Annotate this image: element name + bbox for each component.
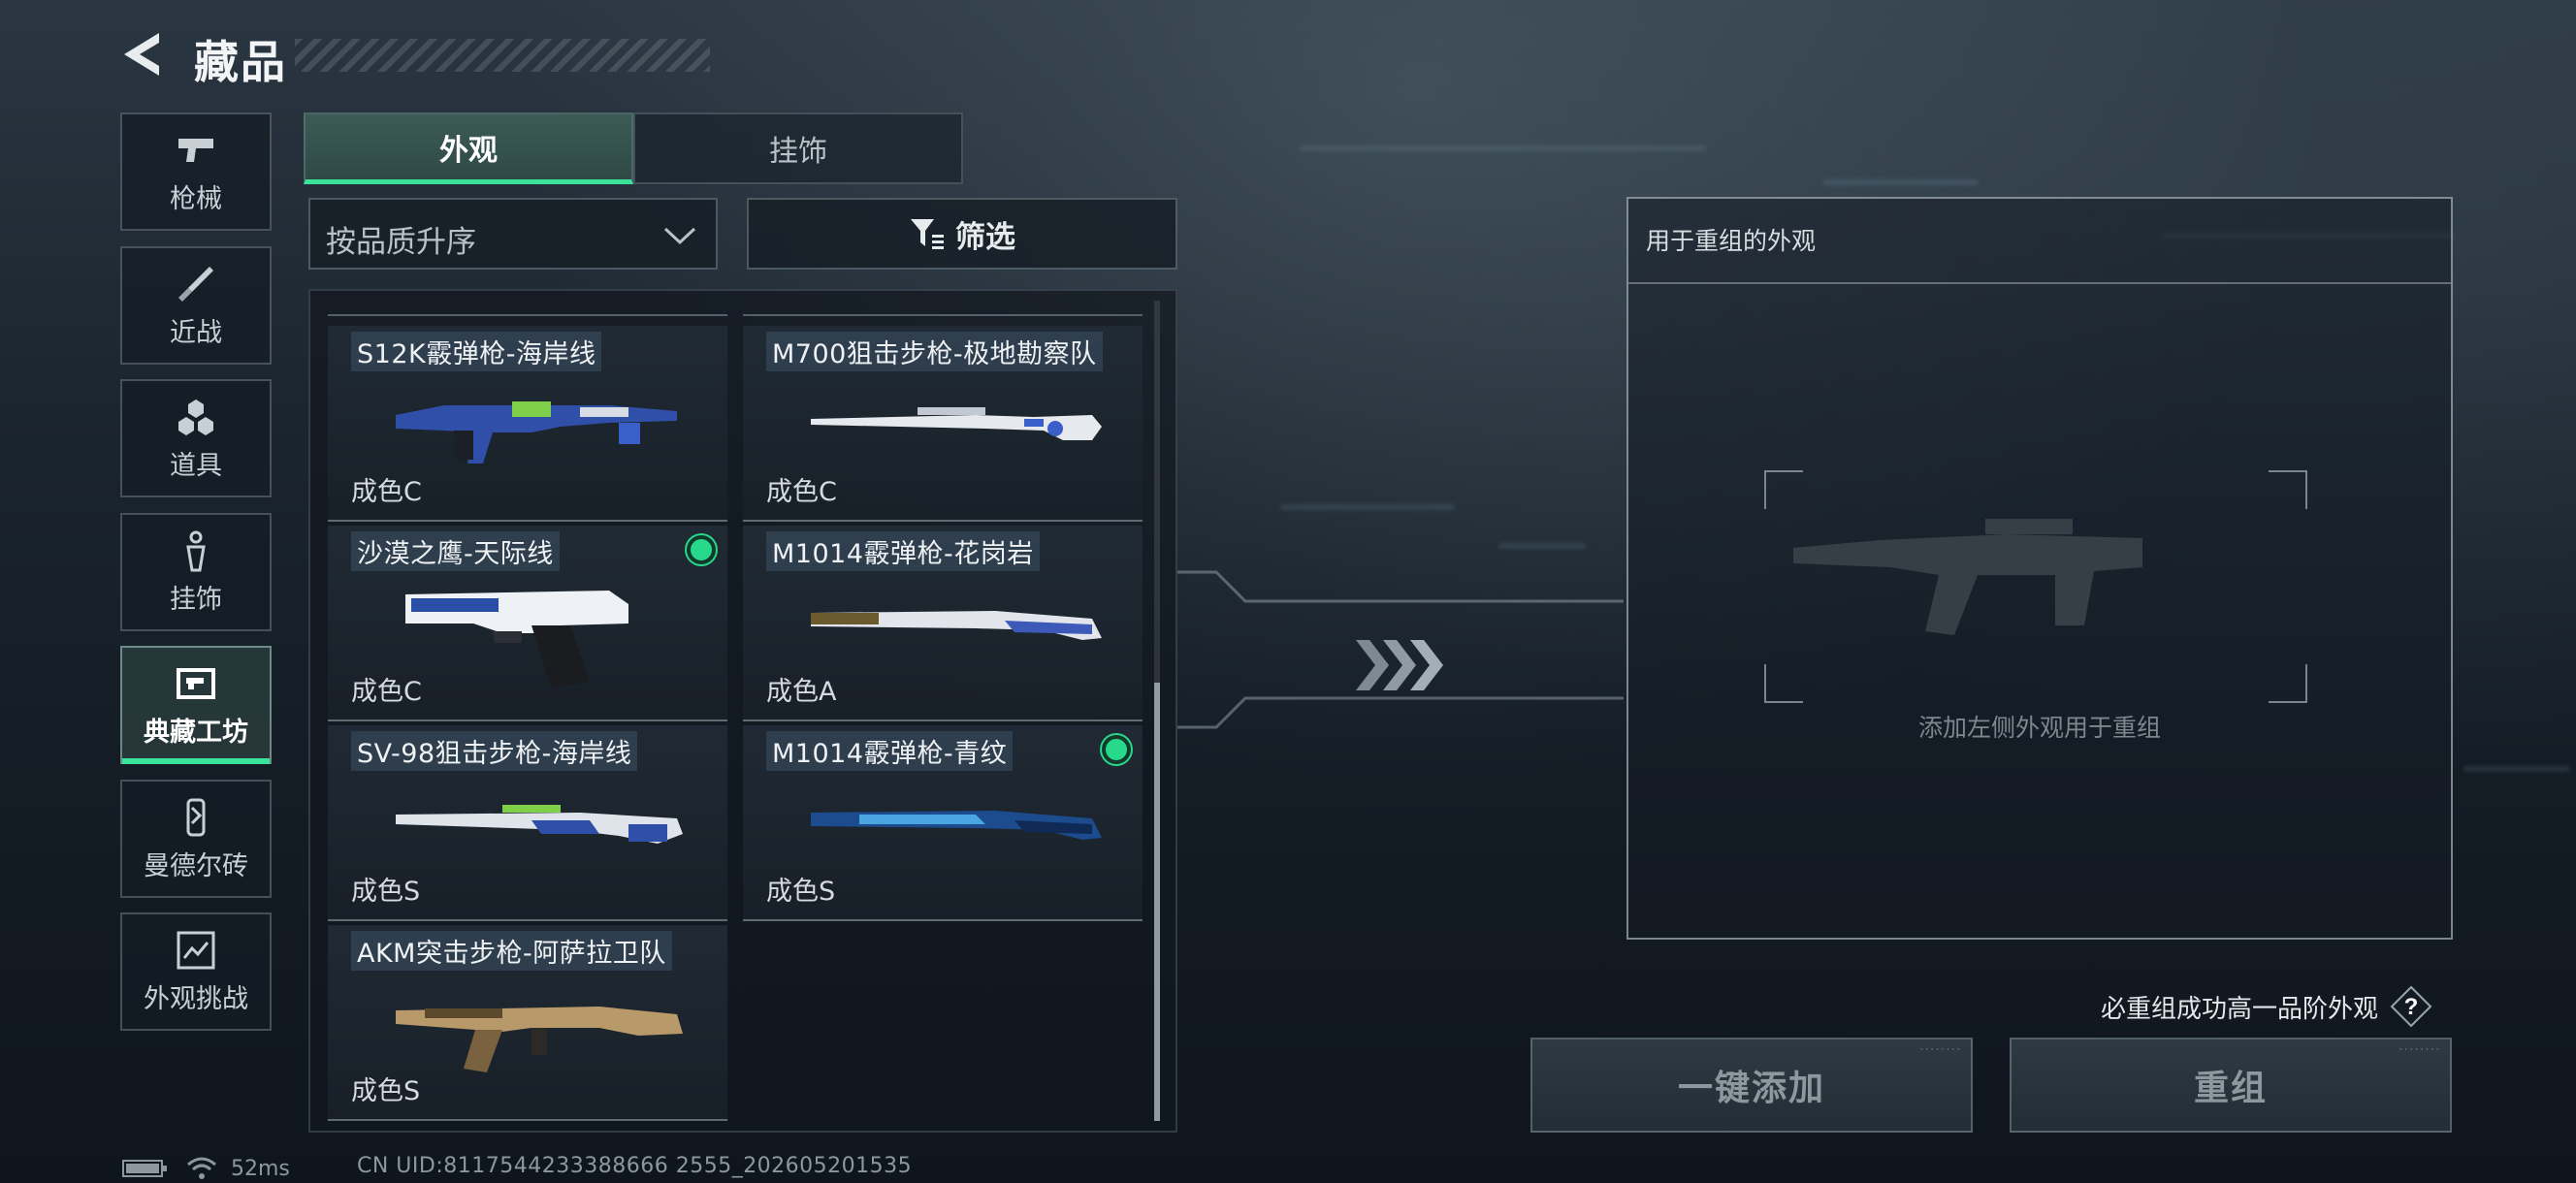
sort-selected-value: 按品质升序 bbox=[326, 225, 476, 260]
assault-rifle-image bbox=[396, 1007, 683, 1072]
back-arrow-icon[interactable] bbox=[120, 31, 163, 78]
skin-card-s12k-coastline[interactable]: S12K霰弹枪-海岸线 成色C bbox=[328, 326, 727, 522]
skin-grade: 成色S bbox=[351, 877, 421, 907]
skin-grade: 成色S bbox=[766, 877, 836, 907]
reassembly-panel: 用于重组的外观 添加左侧外观用于重组 bbox=[1626, 197, 2453, 940]
grenades-icon bbox=[178, 399, 213, 435]
quick-add-button[interactable]: ········ 一键添加 bbox=[1530, 1038, 1973, 1133]
triple-chevron-right-icon bbox=[1356, 640, 1443, 690]
sidebar-item-label: 典藏工坊 bbox=[144, 717, 248, 748]
sidebar-item-label: 枪械 bbox=[170, 183, 222, 214]
button-decoration: ········ bbox=[1918, 1045, 1961, 1055]
challenge-icon bbox=[177, 931, 215, 969]
skin-card-m1014-granite[interactable]: M1014霰弹枪-花岗岩 成色A bbox=[743, 526, 1143, 721]
header: 藏品 bbox=[116, 21, 710, 89]
sort-dropdown[interactable]: 按品质升序 bbox=[308, 198, 718, 270]
owned-indicator bbox=[1102, 735, 1131, 764]
skin-name: M1014霰弹枪-青纹 bbox=[766, 731, 1014, 771]
reassembly-hint: 添加左侧外观用于重组 bbox=[1917, 714, 2161, 742]
guarantee-text: 必重组成功高一品阶外观 bbox=[2101, 994, 2379, 1024]
pistol-image bbox=[405, 591, 628, 687]
scrollbar-thumb[interactable] bbox=[1154, 683, 1160, 1121]
rifle-placeholder-icon[interactable] bbox=[1764, 470, 2307, 703]
guarantee-note: 必重组成功高一品阶外观 ? bbox=[2101, 985, 2432, 1028]
player-uid: CN UID:8117544233388666 2555_20260520153… bbox=[357, 1154, 913, 1178]
skin-card-m700-polar[interactable]: M700狙击步枪-极地勘察队 成色C bbox=[743, 326, 1143, 522]
skin-list[interactable]: S12K霰弹枪-海岸线 成色C M700狙击步枪-极地勘察队 成色C 沙漠之鹰-… bbox=[308, 289, 1177, 1133]
skin-name: AKM突击步枪-阿萨拉卫队 bbox=[351, 931, 672, 971]
wifi-icon bbox=[187, 1157, 216, 1179]
sidebar-item-label: 道具 bbox=[170, 450, 222, 481]
filter-label: 筛选 bbox=[955, 219, 1015, 255]
skin-grade: 成色C bbox=[351, 477, 422, 507]
knife-icon bbox=[178, 266, 213, 302]
shotgun-image bbox=[811, 811, 1102, 840]
button-decoration: ········ bbox=[2398, 1045, 2440, 1055]
pistol-icon bbox=[178, 138, 213, 162]
sidebar-item-label: 曼德尔砖 bbox=[144, 850, 248, 881]
sidebar-item-label: 挂饰 bbox=[170, 584, 222, 615]
page-title: 藏品 bbox=[194, 36, 287, 88]
sniper-rifle-image bbox=[811, 407, 1102, 440]
shotgun-image bbox=[811, 611, 1102, 640]
skin-card-sv98-coastline[interactable]: SV-98狙击步枪-海岸线 成色S bbox=[328, 725, 727, 921]
sniper-rifle-image bbox=[396, 805, 683, 844]
list-item-partial bbox=[328, 291, 727, 316]
tab-appearance[interactable]: 外观 bbox=[304, 112, 633, 184]
filter-icon bbox=[911, 219, 944, 249]
skin-name: S12K霰弹枪-海岸线 bbox=[351, 332, 602, 371]
skin-grade: 成色S bbox=[351, 1076, 421, 1106]
sidebar-item-workshop[interactable]: 典藏工坊 bbox=[120, 646, 272, 764]
sidebar-item-mandel-brick[interactable]: 曼德尔砖 bbox=[120, 780, 272, 898]
battery-icon bbox=[122, 1160, 167, 1177]
sidebar-item-guns[interactable]: 枪械 bbox=[120, 112, 272, 231]
skin-grade: 成色C bbox=[351, 677, 422, 707]
reassemble-label: 重组 bbox=[2193, 1069, 2268, 1108]
title-decoration bbox=[295, 39, 710, 72]
ping-readout: 52ms bbox=[231, 1156, 290, 1181]
sidebar-item-charms[interactable]: 挂饰 bbox=[120, 513, 272, 631]
svg-text:?: ? bbox=[2404, 994, 2419, 1020]
skin-card-akm-asala-guard[interactable]: AKM突击步枪-阿萨拉卫队 成色S bbox=[328, 925, 727, 1121]
sidebar-item-items[interactable]: 道具 bbox=[120, 379, 272, 497]
category-tabs: 外观 挂饰 bbox=[304, 112, 963, 184]
help-icon[interactable]: ? bbox=[2390, 985, 2432, 1028]
sidebar-item-melee[interactable]: 近战 bbox=[120, 246, 272, 365]
skin-grade: 成色C bbox=[766, 477, 837, 507]
shotgun-image bbox=[396, 401, 677, 464]
reassembly-title: 用于重组的外观 bbox=[1646, 227, 1817, 255]
skin-name: M1014霰弹枪-花岗岩 bbox=[766, 531, 1040, 571]
skin-name: M700狙击步枪-极地勘察队 bbox=[766, 332, 1103, 371]
quick-add-label: 一键添加 bbox=[1677, 1069, 1825, 1108]
sidebar-item-label: 近战 bbox=[170, 317, 222, 348]
sidebar-item-skin-challenge[interactable]: 外观挑战 bbox=[120, 912, 272, 1031]
chevron-down-icon bbox=[663, 227, 696, 245]
skin-card-m1014-azure[interactable]: M1014霰弹枪-青纹 成色S bbox=[743, 725, 1143, 921]
divider bbox=[1628, 282, 2451, 284]
charm-icon bbox=[186, 530, 206, 571]
tab-charms[interactable]: 挂饰 bbox=[633, 112, 963, 184]
status-bar: 52ms bbox=[122, 1154, 290, 1183]
skin-name: SV-98狙击步枪-海岸线 bbox=[351, 731, 638, 771]
skin-grade: 成色A bbox=[766, 677, 837, 707]
list-item-partial bbox=[743, 291, 1143, 316]
skin-list-scrollbar[interactable] bbox=[1154, 301, 1160, 1121]
workshop-icon bbox=[177, 667, 215, 699]
sidebar-item-label: 外观挑战 bbox=[144, 983, 248, 1014]
reassemble-button[interactable]: ········ 重组 bbox=[2010, 1038, 2452, 1133]
filter-button[interactable]: 筛选 bbox=[747, 198, 1177, 270]
skin-card-desert-eagle-skyline[interactable]: 沙漠之鹰-天际线 成色C bbox=[328, 526, 727, 721]
brick-icon bbox=[186, 798, 206, 836]
